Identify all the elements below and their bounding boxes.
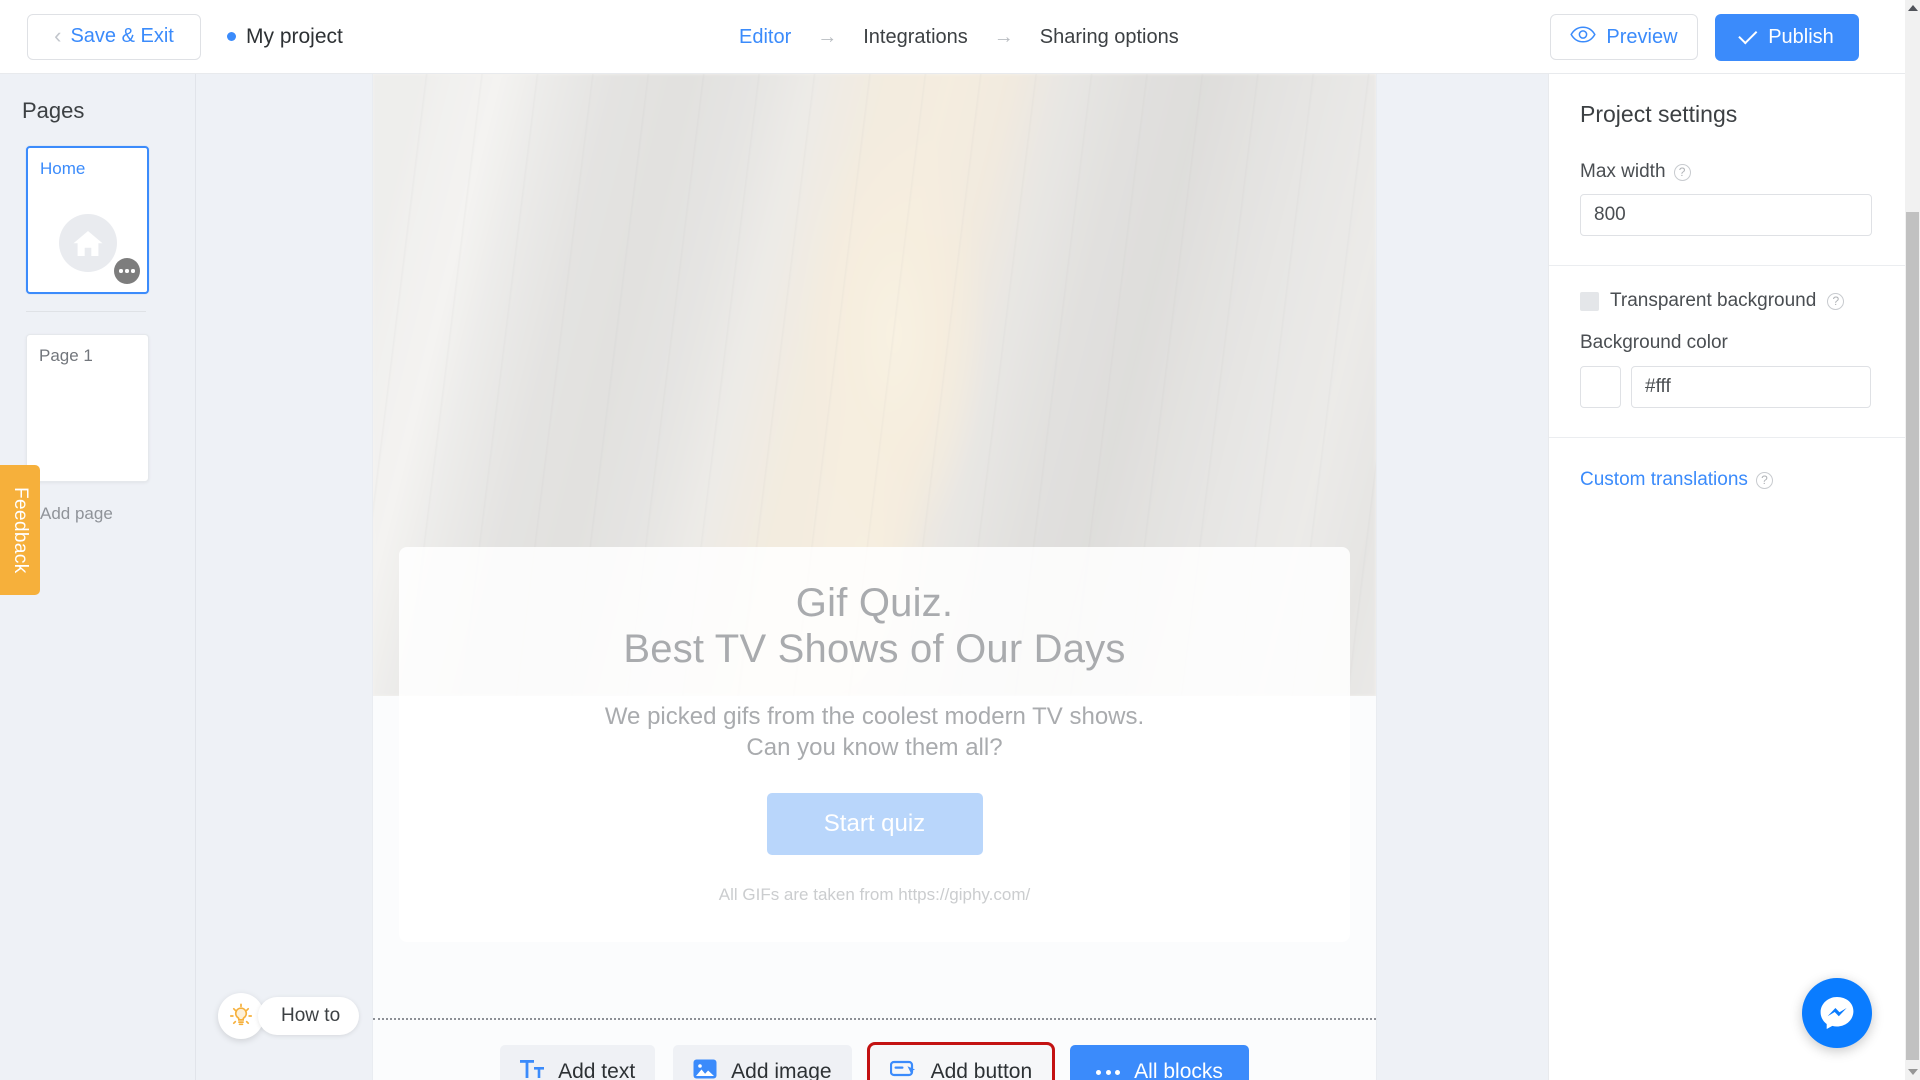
text-format-icon xyxy=(520,1059,545,1080)
scroll-up-arrow-icon[interactable] xyxy=(1905,0,1920,16)
hero-title[interactable]: Gif Quiz. Best TV Shows of Our Days xyxy=(623,581,1125,672)
editor-canvas: Gif Quiz. Best TV Shows of Our Days We p… xyxy=(196,74,1548,1080)
scrollbar-thumb[interactable] xyxy=(1906,212,1919,1060)
add-button-label: Add button xyxy=(930,1060,1033,1080)
add-image-label: Add image xyxy=(731,1060,832,1080)
pages-heading: Pages xyxy=(22,98,85,123)
top-header: ‹ Save & Exit My project Editor → Integr… xyxy=(0,0,1905,74)
project-settings-panel: Project settings Max width ? 800 Transpa… xyxy=(1548,74,1905,1080)
hero-subtitle-line-2: Can you know them all? xyxy=(746,734,1003,762)
start-quiz-button[interactable]: Start quiz xyxy=(766,792,983,855)
arrow-right-icon: → xyxy=(993,25,1014,48)
add-button-button[interactable]: Add button xyxy=(866,1042,1056,1080)
home-icon xyxy=(58,214,117,272)
chevron-left-icon: ‹ xyxy=(54,22,62,48)
dot xyxy=(1096,1069,1102,1075)
add-text-label: Add text xyxy=(558,1060,636,1080)
how-to-button[interactable]: How to xyxy=(258,997,360,1035)
project-name-field[interactable]: My project xyxy=(227,25,343,49)
dot xyxy=(1115,1069,1121,1075)
hero-subtitle[interactable]: We picked gifs from the coolest modern T… xyxy=(605,701,1144,763)
dot xyxy=(125,269,129,273)
breadcrumb-item-integrations[interactable]: Integrations xyxy=(859,26,972,49)
help-icon[interactable]: ? xyxy=(1673,163,1691,181)
publish-button[interactable]: Publish xyxy=(1715,13,1859,61)
how-to-widget: How to xyxy=(218,993,360,1039)
max-width-label-row: Max width ? xyxy=(1580,161,1905,183)
background-color-row: #fff xyxy=(1580,366,1905,408)
sidebar-item-page-1[interactable]: Page 1 xyxy=(26,334,149,482)
page-card-label: Home xyxy=(40,159,86,178)
max-width-input[interactable]: 800 xyxy=(1580,194,1872,236)
status-dot-icon xyxy=(227,32,236,41)
dot xyxy=(1105,1069,1111,1075)
save-and-exit-button[interactable]: ‹ Save & Exit xyxy=(27,13,201,60)
sidebar-divider xyxy=(26,311,146,312)
background-color-label-row: Background color xyxy=(1580,332,1905,354)
custom-translations-link: Custom translations xyxy=(1580,469,1748,490)
background-color-label: Background color xyxy=(1580,332,1728,353)
breadcrumb: Editor → Integrations → Sharing options xyxy=(735,0,1183,74)
breadcrumb-item-sharing-options[interactable]: Sharing options xyxy=(1036,26,1183,49)
dot xyxy=(119,269,123,273)
check-icon xyxy=(1738,25,1758,45)
button-icon xyxy=(889,1059,917,1080)
ellipsis-icon xyxy=(1096,1069,1121,1075)
help-icon[interactable]: ? xyxy=(1755,471,1773,489)
hero-content-card: Gif Quiz. Best TV Shows of Our Days We p… xyxy=(399,547,1350,942)
background-color-swatch[interactable] xyxy=(1580,366,1621,408)
add-image-button[interactable]: Add image xyxy=(673,1045,852,1080)
hero-subtitle-line-1: We picked gifs from the coolest modern T… xyxy=(604,703,1145,731)
header-actions: Preview Publish xyxy=(1550,0,1859,74)
max-width-value: 800 xyxy=(1594,204,1626,225)
publish-label: Publish xyxy=(1768,25,1834,48)
feedback-tab[interactable]: Feedback xyxy=(0,465,40,595)
blocks-toolbar: Add text Add image Add button All blocks xyxy=(373,1042,1376,1080)
page-options-button[interactable] xyxy=(114,258,140,284)
dot xyxy=(131,269,135,273)
arrow-right-icon: → xyxy=(817,25,838,48)
image-icon xyxy=(693,1057,717,1080)
add-page-button[interactable]: Add page xyxy=(40,504,195,524)
breadcrumb-item-editor[interactable]: Editor xyxy=(735,26,795,49)
hero-footnote: All GIFs are taken from https://giphy.co… xyxy=(718,884,1031,904)
messenger-chat-bubble-icon[interactable] xyxy=(1802,978,1872,1048)
help-icon[interactable]: ? xyxy=(1827,292,1845,310)
preview-label: Preview xyxy=(1606,25,1678,48)
scroll-down-arrow-icon[interactable] xyxy=(1905,1064,1920,1080)
background-color-input[interactable]: #fff xyxy=(1631,366,1871,408)
preview-button[interactable]: Preview xyxy=(1550,14,1698,60)
save-and-exit-label: Save & Exit xyxy=(70,25,174,47)
hero-title-line-2: Best TV Shows of Our Days xyxy=(623,626,1126,671)
page-card-label: Page 1 xyxy=(39,346,93,365)
background-color-value: #fff xyxy=(1645,376,1671,397)
panel-divider xyxy=(1549,437,1905,438)
all-blocks-button[interactable]: All blocks xyxy=(1070,1045,1249,1080)
custom-translations-row[interactable]: Custom translations ? xyxy=(1580,469,1905,491)
app-root: ‹ Save & Exit My project Editor → Integr… xyxy=(0,0,1920,1080)
all-blocks-label: All blocks xyxy=(1134,1060,1223,1080)
sidebar-item-home[interactable]: Home xyxy=(26,146,149,294)
browser-scrollbar[interactable] xyxy=(1905,0,1920,1080)
blocks-insert-divider xyxy=(373,1018,1376,1020)
transparent-background-checkbox[interactable] xyxy=(1580,291,1599,311)
page-sheet: Gif Quiz. Best TV Shows of Our Days We p… xyxy=(373,74,1376,1080)
add-text-button[interactable]: Add text xyxy=(500,1045,656,1080)
panel-divider xyxy=(1549,265,1905,266)
transparent-background-label: Transparent background xyxy=(1610,290,1817,311)
project-title: My project xyxy=(246,24,343,48)
feedback-label: Feedback xyxy=(10,486,31,574)
max-width-label: Max width xyxy=(1580,161,1666,182)
transparent-background-row: Transparent background ? xyxy=(1580,290,1905,312)
panel-title: Project settings xyxy=(1580,101,1738,127)
hero-title-line-1: Gif Quiz. xyxy=(795,581,954,625)
eye-icon xyxy=(1570,26,1597,48)
how-to-label: How to xyxy=(281,1005,341,1026)
